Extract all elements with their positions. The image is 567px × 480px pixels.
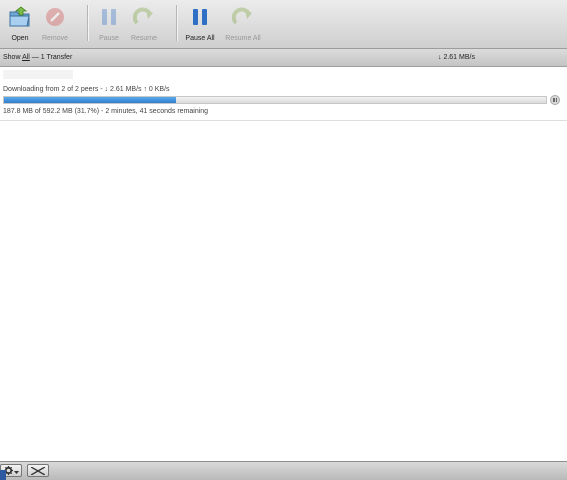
pause-all-label: Pause All [185, 35, 215, 42]
bottom-bar [0, 461, 567, 480]
filter-bar: Show All — 1 Transfer ↓ 2.61 MB/s [0, 49, 567, 67]
chevron-down-icon [13, 462, 19, 480]
window-edge [0, 470, 6, 480]
toolbar-separator [176, 5, 177, 41]
resume-all-label: Resume All [225, 35, 261, 42]
resume-button[interactable]: Resume [124, 2, 164, 46]
pause-all-icon [188, 4, 212, 30]
pause-all-button[interactable]: Pause All [180, 2, 220, 46]
transfer-name [3, 70, 73, 79]
open-button[interactable]: Open [0, 2, 40, 46]
progress-bar [3, 96, 547, 104]
resume-all-icon [231, 4, 255, 30]
open-label: Open [11, 35, 29, 42]
progress-fill [4, 97, 176, 103]
pause-icon [97, 4, 121, 30]
transfer-status: Downloading from 2 of 2 peers - ↓ 2.61 M… [3, 86, 170, 93]
pause-button[interactable]: Pause [89, 2, 129, 46]
toolbar: Open Remove Pause Resume Pause All Resum… [0, 0, 567, 49]
show-filter: Show All — 1 Transfer [3, 54, 72, 61]
resume-label: Resume [130, 35, 158, 42]
toggle-filter-button[interactable] [27, 464, 49, 477]
resume-icon [132, 4, 156, 30]
folder-open-icon [8, 4, 32, 30]
transfer-pause-button[interactable] [550, 95, 560, 105]
remove-icon [43, 4, 67, 30]
remove-label: Remove [41, 35, 69, 42]
pause-label: Pause [99, 35, 119, 42]
transfer-info: 187.8 MB of 592.2 MB (31.7%) - 2 minutes… [3, 108, 209, 115]
resume-all-button[interactable]: Resume All [223, 2, 263, 46]
total-download-rate: ↓ 2.61 MB/s [438, 54, 475, 61]
transfer-row[interactable]: Downloading from 2 of 2 peers - ↓ 2.61 M… [0, 67, 567, 121]
show-prefix: Show [3, 54, 21, 61]
remove-button[interactable]: Remove [35, 2, 75, 46]
transfer-count: — 1 Transfer [31, 54, 73, 61]
filter-toggle-icon [30, 462, 46, 480]
toolbar-separator [87, 5, 88, 41]
pause-icon [553, 98, 555, 102]
show-all-link[interactable]: All [22, 54, 30, 61]
